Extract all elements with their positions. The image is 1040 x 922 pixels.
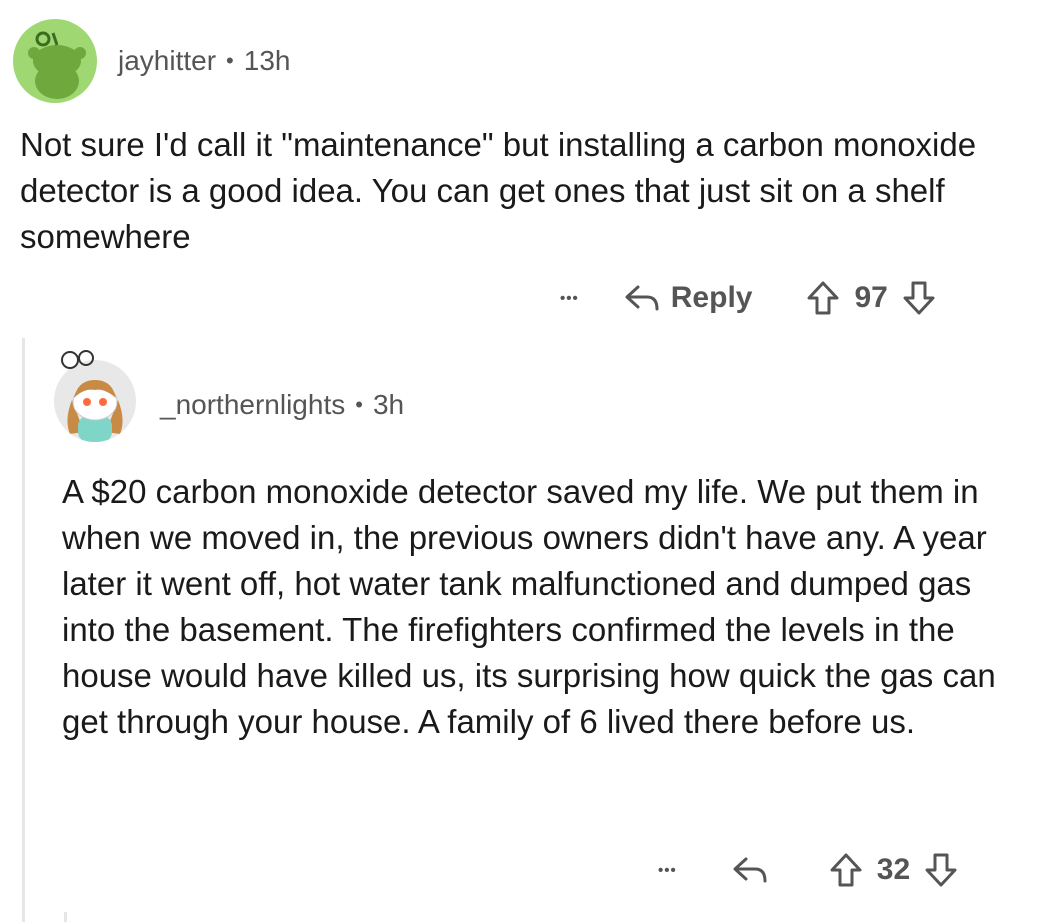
more-options-label: ••• — [560, 289, 579, 307]
reply-label: Reply — [670, 281, 753, 314]
comment-age: 13h — [243, 45, 291, 76]
nested-thread-line[interactable] — [64, 912, 67, 922]
downvote-arrow-icon — [925, 853, 957, 887]
upvote-button[interactable] — [806, 280, 840, 316]
avatar[interactable] — [13, 19, 97, 103]
downvote-button[interactable] — [924, 852, 958, 888]
snoo-avatar-icon — [67, 380, 123, 442]
thread-line[interactable] — [22, 338, 25, 922]
more-options-button[interactable]: ••• — [658, 862, 677, 879]
comment-meta: _northernlights • 3h — [160, 386, 404, 424]
reply-icon — [625, 285, 659, 311]
vote-score: 97 — [854, 281, 888, 314]
reply-button[interactable]: Reply — [623, 281, 753, 315]
more-options-label: ••• — [658, 861, 677, 879]
snoo-avatar-icon — [28, 31, 86, 99]
upvote-button[interactable] — [829, 852, 863, 888]
comment-body: Not sure I'd call it "maintenance" but i… — [20, 126, 977, 255]
upvote-arrow-icon — [807, 281, 839, 315]
reply-icon — [733, 857, 767, 883]
downvote-arrow-icon — [903, 281, 935, 315]
reply-button[interactable] — [731, 853, 771, 887]
username[interactable]: jayhitter — [118, 45, 216, 77]
username[interactable]: _northernlights — [160, 389, 345, 421]
vote-score: 32 — [876, 853, 911, 886]
meta-separator: • — [355, 392, 363, 417]
comment-actions: ••• Reply 97 — [560, 276, 936, 320]
comment-meta: jayhitter • 13h — [118, 42, 290, 80]
avatar-accessory-icon — [61, 350, 94, 369]
downvote-button[interactable] — [902, 280, 936, 316]
comment-actions: ••• 32 — [658, 848, 958, 892]
meta-separator: • — [226, 48, 234, 73]
comment-body: A $20 carbon monoxide detector saved my … — [62, 473, 996, 740]
comment-age: 3h — [372, 389, 405, 420]
more-options-button[interactable]: ••• — [560, 290, 579, 307]
upvote-arrow-icon — [830, 853, 862, 887]
avatar[interactable] — [54, 360, 136, 442]
